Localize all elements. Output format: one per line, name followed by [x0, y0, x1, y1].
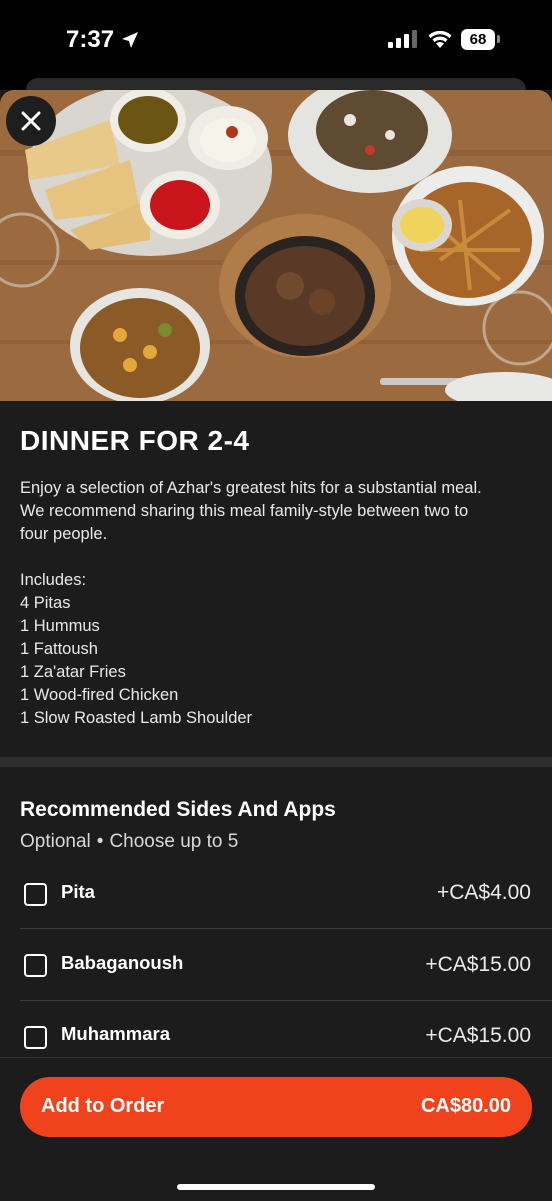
sides-section-subtitle: Optional • Choose up to 5 — [20, 831, 238, 853]
includes-item: 1 Hummus — [20, 617, 100, 635]
includes-item: 1 Za'atar Fries — [20, 663, 126, 681]
description-line: We recommend sharing this meal family-st… — [20, 502, 469, 520]
wifi-icon — [428, 30, 452, 48]
babaganoush-checkbox[interactable] — [24, 954, 47, 977]
add-to-order-label: Add to Order — [41, 1095, 165, 1117]
option-price: +CA$15.00 — [425, 1024, 531, 1047]
hero-food-image — [0, 90, 552, 401]
separator-dot: • — [96, 831, 104, 852]
location-arrow-icon — [122, 32, 138, 48]
item-description: Enjoy a selection of Azhar's greatest hi… — [20, 477, 530, 730]
section-divider — [0, 757, 552, 767]
includes-item: 1 Slow Roasted Lamb Shoulder — [20, 709, 253, 727]
option-row-babaganoush[interactable]: Babaganoush +CA$15.00 — [0, 929, 552, 999]
option-price: +CA$15.00 — [425, 953, 531, 976]
optional-label: Optional — [20, 831, 91, 852]
close-button[interactable] — [6, 96, 56, 146]
sides-section-title: Recommended Sides And Apps — [20, 798, 336, 821]
battery-level: 68 — [469, 31, 487, 48]
option-label: Muhammara — [61, 1023, 170, 1044]
pita-checkbox[interactable] — [24, 883, 47, 906]
includes-item: 4 Pitas — [20, 594, 71, 612]
muhammara-checkbox[interactable] — [24, 1026, 47, 1049]
option-price: +CA$4.00 — [437, 881, 531, 904]
battery-icon: 68 — [461, 29, 495, 50]
item-title: DINNER FOR 2-4 — [20, 425, 250, 456]
option-label: Babaganoush — [61, 952, 184, 973]
includes-heading: Includes: — [20, 571, 87, 589]
close-icon — [21, 111, 41, 131]
add-to-order-button[interactable]: Add to Order CA$80.00 — [20, 1077, 532, 1137]
cellular-signal-icon — [388, 30, 417, 48]
option-label: Pita — [61, 881, 95, 902]
includes-item: 1 Wood-fired Chicken — [20, 686, 179, 704]
status-time: 7:37 — [66, 26, 115, 53]
description-line: Enjoy a selection of Azhar's greatest hi… — [20, 479, 482, 497]
description-line: four people. — [20, 525, 108, 543]
includes-item: 1 Fattoush — [20, 640, 98, 658]
home-indicator[interactable] — [177, 1184, 375, 1190]
choose-limit-label: Choose up to 5 — [109, 831, 239, 852]
status-bar: 7:37 68 — [0, 0, 552, 90]
battery-tip — [497, 35, 500, 43]
option-row-pita[interactable]: Pita +CA$4.00 — [0, 857, 552, 927]
order-total-price: CA$80.00 — [420, 1095, 511, 1117]
